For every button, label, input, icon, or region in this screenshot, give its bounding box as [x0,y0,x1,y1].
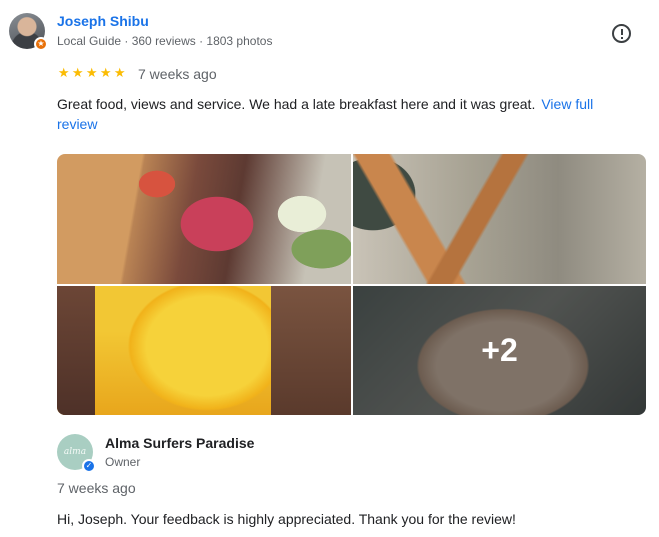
review-photo-4[interactable]: +2 [353,286,646,415]
star-icon: ★ [71,65,85,80]
review-body: Great food, views and service. We had a … [57,94,627,134]
star-rating: ★ ★ ★ ★ ★ [57,65,127,81]
reviewer-meta: Local Guide · 360 reviews · 1803 photos [57,34,273,48]
owner-logo: alma ✓ [57,434,96,473]
review-photo-3[interactable] [57,286,351,415]
review-photo-grid: +2 [57,154,646,415]
owner-logo-text: alma [63,447,87,457]
review-photo-2[interactable] [353,154,646,284]
review-text: Great food, views and service. We had a … [57,96,536,112]
report-icon[interactable] [612,24,631,43]
reply-time: 7 weeks ago [57,480,136,496]
owner-role: Owner [105,455,141,469]
reviewer-name[interactable]: Joseph Shibu [57,13,149,29]
star-icon: ★ [99,65,113,80]
review-photo-1[interactable] [57,154,351,284]
verified-check-icon: ✓ [82,459,96,473]
star-icon: ★ [113,65,127,80]
more-photos-count[interactable]: +2 [353,286,646,415]
reply-text: Hi, Joseph. Your feedback is highly appr… [57,511,516,527]
reviewer-avatar[interactable]: ★ [9,13,48,51]
star-icon: ★ [85,65,99,80]
review-time: 7 weeks ago [138,66,217,82]
star-icon: ★ [57,65,71,80]
owner-name: Alma Surfers Paradise [105,435,255,451]
local-guide-badge-icon: ★ [34,37,48,51]
